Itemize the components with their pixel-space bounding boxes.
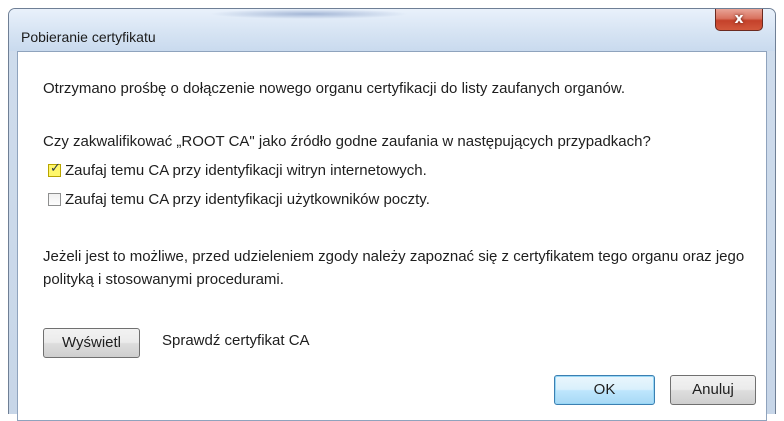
view-certificate-button[interactable]: Wyświetl <box>43 328 140 358</box>
trust-websites-option[interactable]: ✓ Zaufaj temu CA przy identyfikacji witr… <box>46 160 427 181</box>
cancel-button[interactable]: Anuluj <box>670 375 756 405</box>
trust-email-option[interactable]: Zaufaj temu CA przy identyfikacji użytko… <box>48 189 430 209</box>
ok-button[interactable]: OK <box>554 375 655 405</box>
close-button[interactable]: x <box>715 9 763 31</box>
checkmark-icon: ✓ <box>50 160 61 176</box>
trust-email-label[interactable]: Zaufaj temu CA przy identyfikacji użytko… <box>65 191 430 208</box>
dialog-content: Otrzymano prośbę o dołączenie nowego org… <box>17 51 767 421</box>
window-title: Pobieranie certyfikatu <box>21 29 156 45</box>
view-certificate-description: Sprawdź certyfikat CA <box>162 332 310 349</box>
title-bar[interactable]: Pobieranie certyfikatu x <box>9 9 775 51</box>
close-icon: x <box>734 11 744 27</box>
request-message: Otrzymano prośbę o dołączenie nowego org… <box>43 80 625 97</box>
dialog-window: Pobieranie certyfikatu x Otrzymano prośb… <box>8 8 776 421</box>
trust-websites-checkbox[interactable]: ✓ <box>46 160 65 181</box>
advice-text: Jeżeli jest to możliwe, przed udzielenie… <box>43 248 745 288</box>
trust-websites-label[interactable]: Zaufaj temu CA przy identyfikacji witryn… <box>65 162 427 179</box>
trust-question: Czy zakwalifikować „ROOT CA" jako źródło… <box>43 133 651 150</box>
title-bar-glow <box>209 9 409 19</box>
trust-email-checkbox[interactable] <box>48 192 61 206</box>
